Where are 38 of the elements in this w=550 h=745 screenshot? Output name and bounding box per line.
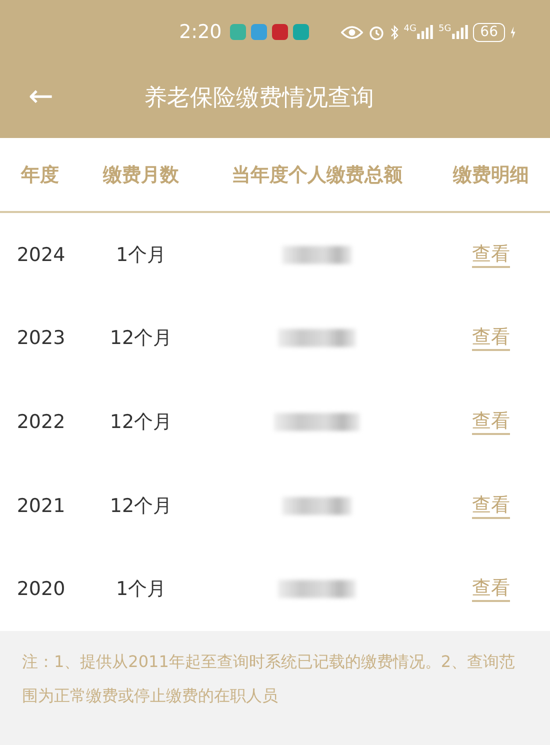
app-icon — [292, 24, 309, 40]
view-link[interactable]: 查看 — [472, 325, 510, 352]
signal-icon — [452, 25, 468, 39]
app-icon — [230, 24, 246, 40]
signal-icon — [417, 25, 434, 39]
back-button[interactable]: ← — [24, 80, 58, 114]
app-icon — [272, 24, 288, 40]
column-header: 缴费明细 — [453, 162, 529, 188]
column-header: 年度 — [21, 162, 59, 188]
table-cell-text: 2020 — [16, 578, 66, 600]
bluetooth-icon — [390, 24, 399, 40]
blurred-amount — [282, 246, 352, 264]
page-title: 养老保险缴费情况查询 — [144, 84, 374, 112]
table-cell-text: 12个月 — [110, 410, 172, 435]
column-header: 当年度个人缴费总额 — [232, 162, 402, 188]
table-cell-text: 2023 — [16, 327, 66, 350]
eye-icon — [340, 24, 363, 40]
view-link[interactable]: 查看 — [472, 242, 510, 268]
table-cell-text: 12个月 — [110, 326, 172, 352]
clock-time: 2:20 — [179, 21, 222, 43]
table-cell-text: 1个月 — [116, 242, 166, 268]
column-header: 缴费月数 — [103, 162, 179, 188]
alarm-icon — [368, 24, 385, 40]
note-text: 注：1、提供从2011年起至查询时系统已记载的缴费情况。2、查询范围为正常缴费或停止缴费的在职人员 — [22, 650, 516, 707]
table-cell-text: 12个月 — [110, 494, 172, 519]
table-cell-text: 2021 — [16, 494, 66, 517]
view-link[interactable]: 查看 — [472, 576, 510, 602]
charging-icon — [510, 26, 516, 38]
app-icon — [250, 24, 267, 40]
table-cell-text: 2024 — [16, 244, 66, 266]
network-label: 4G — [404, 25, 416, 34]
view-link[interactable]: 查看 — [472, 408, 510, 435]
view-link[interactable]: 查看 — [472, 492, 510, 519]
table-cell-text: 2022 — [16, 410, 66, 433]
network-label: 5G — [438, 25, 452, 34]
blurred-amount — [282, 496, 352, 515]
table-cell-text: 1个月 — [116, 577, 166, 602]
battery-indicator: 66 — [473, 22, 505, 42]
